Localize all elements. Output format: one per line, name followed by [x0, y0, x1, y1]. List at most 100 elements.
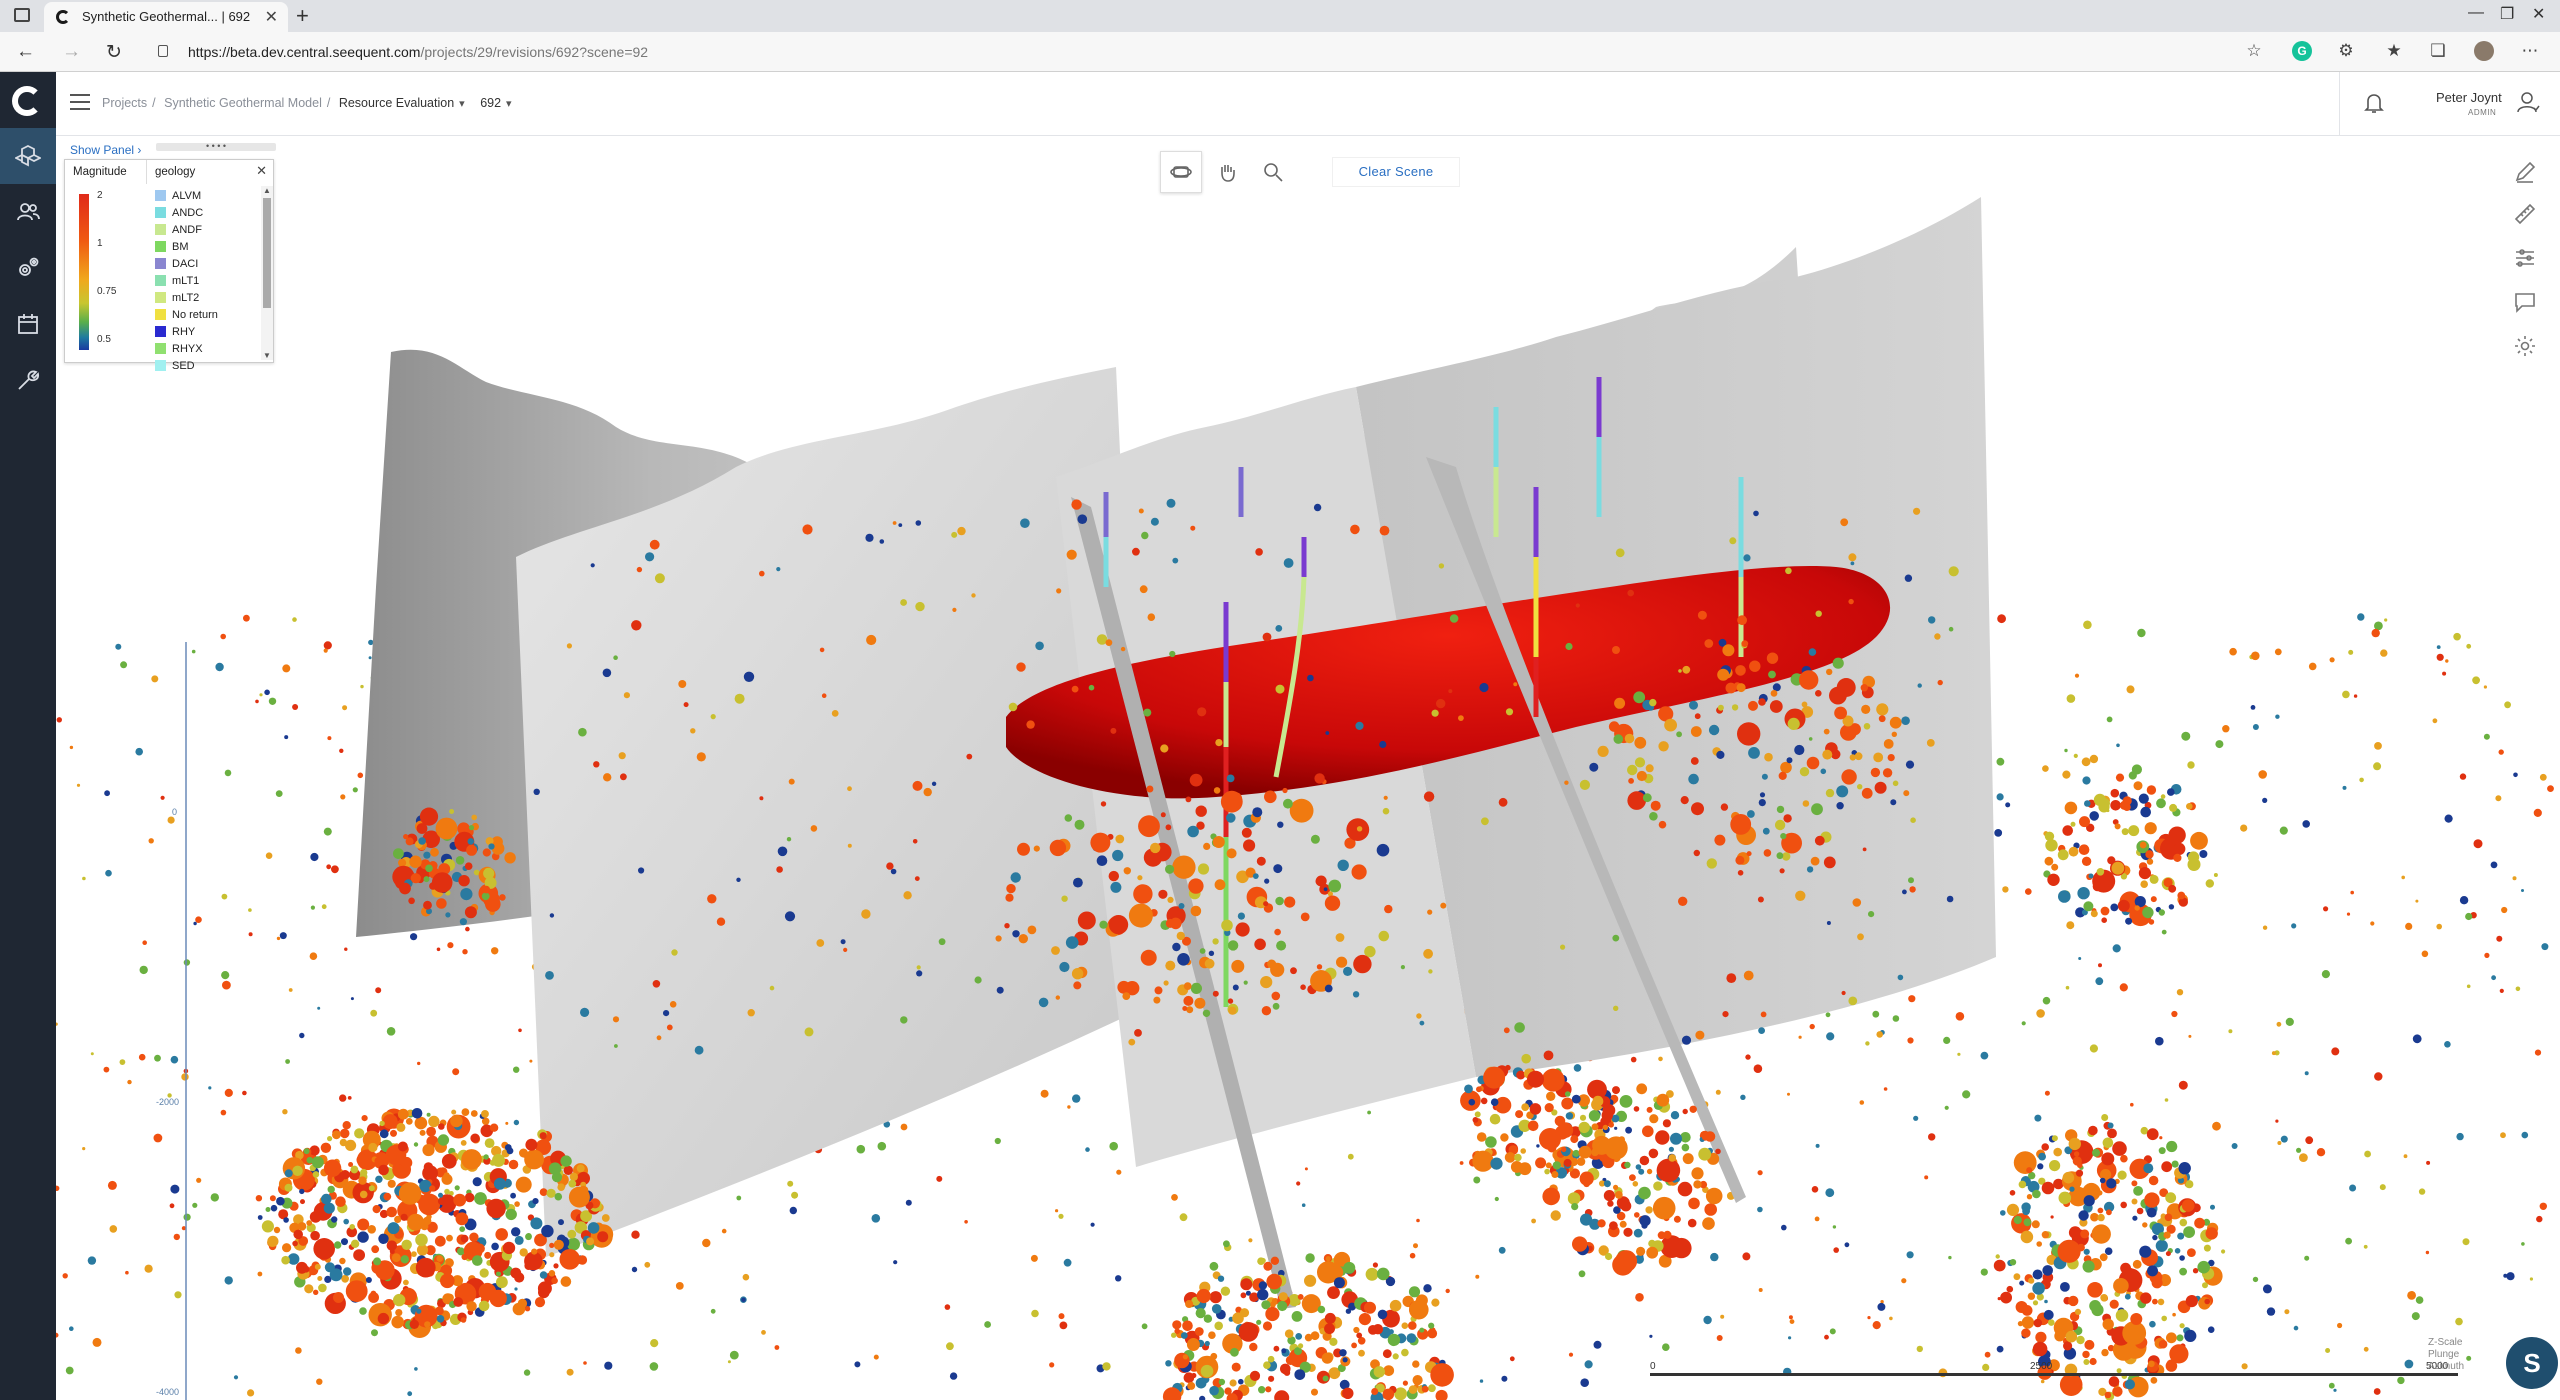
breadcrumb-projects[interactable]: Projects: [102, 96, 147, 110]
tab-actions-icon[interactable]: [14, 8, 30, 22]
seismic-event-marker: [1806, 756, 1820, 770]
orbit-tool-button[interactable]: [1160, 151, 1202, 193]
browser-tab[interactable]: Synthetic Geothermal... | 692 ✕: [44, 2, 288, 32]
breadcrumb-section[interactable]: Resource Evaluation: [339, 96, 454, 110]
seismic-event-marker: [56, 1332, 59, 1338]
view-settings-button[interactable]: [2510, 331, 2540, 361]
seismic-event-marker: [1284, 896, 1296, 908]
seismic-event-marker: [331, 1216, 338, 1223]
axis-tick-label: 0: [172, 807, 178, 817]
browser-menu-icon[interactable]: ⋯: [2520, 41, 2540, 61]
seismic-event-marker: [2291, 923, 2297, 929]
collections-icon[interactable]: ❏: [2428, 41, 2448, 61]
pan-tool-button[interactable]: [1206, 151, 1248, 193]
seismic-event-marker: [2426, 1160, 2431, 1165]
user-account-icon[interactable]: [2516, 90, 2540, 114]
assistant-button[interactable]: S: [2506, 1337, 2558, 1389]
legend-scrollbar[interactable]: ▲ ▼: [261, 186, 273, 360]
close-window-icon[interactable]: ✕: [2532, 4, 2545, 24]
seismic-event-marker: [1745, 1054, 1751, 1060]
seismic-event-marker: [320, 1142, 332, 1153]
legend-tab-geology[interactable]: geology ✕: [147, 160, 275, 184]
legend-tab-magnitude[interactable]: Magnitude: [65, 160, 147, 184]
zoom-tool-button[interactable]: [1252, 151, 1294, 193]
measure-tool-button[interactable]: [2510, 199, 2540, 229]
clear-scene-button[interactable]: Clear Scene: [1332, 157, 1460, 187]
annotate-tool-button[interactable]: [2510, 157, 2540, 187]
comments-button[interactable]: [2510, 287, 2540, 317]
seismic-event-marker: [437, 1197, 446, 1206]
hamburger-menu-icon[interactable]: [70, 94, 90, 110]
reload-icon[interactable]: ↻: [106, 41, 122, 64]
geology-legend-item: ANDC: [155, 207, 203, 224]
seismic-event-marker: [2231, 1143, 2238, 1149]
seismic-event-marker: [115, 643, 122, 650]
seismic-event-marker: [1189, 773, 1203, 787]
seismic-event-marker: [210, 1193, 219, 1202]
show-panel-link[interactable]: Show Panel ›: [70, 143, 141, 157]
seismic-event-marker: [1327, 1286, 1340, 1299]
seismic-event-marker: [1115, 834, 1125, 844]
seismic-event-marker: [529, 1059, 533, 1063]
seismic-event-marker: [1165, 1360, 1172, 1367]
sidebar-item-tools[interactable]: [0, 352, 56, 408]
seismic-event-marker: [422, 1143, 435, 1157]
panel-drag-handle[interactable]: • • • •: [156, 142, 276, 151]
new-tab-icon[interactable]: +: [296, 3, 309, 29]
scroll-down-icon[interactable]: ▼: [263, 351, 271, 360]
seismic-event-marker: [2168, 904, 2175, 910]
scrollbar-thumb[interactable]: [263, 198, 271, 308]
seismic-event-marker: [348, 1162, 354, 1167]
restore-window-icon[interactable]: ❐: [2500, 4, 2514, 24]
user-name[interactable]: Peter Joynt: [2436, 90, 2502, 105]
breadcrumb-project[interactable]: Synthetic Geothermal Model: [164, 96, 322, 110]
profile-avatar-icon[interactable]: [2474, 41, 2494, 61]
seismic-event-marker: [2106, 1178, 2117, 1189]
seismic-event-marker: [819, 647, 825, 653]
sidebar-item-projects[interactable]: [0, 128, 56, 184]
back-icon[interactable]: ←: [16, 41, 35, 63]
seismic-event-marker: [2074, 1308, 2082, 1315]
extensions-puzzle-icon[interactable]: ⚙: [2336, 41, 2356, 61]
seismic-event-marker: [1572, 1149, 1580, 1157]
3d-scene[interactable]: [56, 137, 2560, 1400]
breadcrumb-revision[interactable]: 692: [480, 96, 501, 110]
seismic-event-marker: [353, 1249, 365, 1261]
grammarly-extension-icon[interactable]: G: [2292, 41, 2312, 61]
seismic-event-marker: [1166, 498, 1176, 508]
seismic-event-marker: [840, 939, 846, 945]
seismic-event-marker: [2186, 803, 2193, 810]
seismic-event-marker: [282, 1109, 288, 1115]
forward-icon[interactable]: →: [62, 41, 81, 63]
url-field[interactable]: https://beta.dev.central.seequent.com/pr…: [150, 37, 2250, 67]
seismic-event-marker: [560, 1155, 572, 1167]
favorite-star-icon[interactable]: ☆: [2244, 41, 2264, 61]
scroll-up-icon[interactable]: ▲: [263, 186, 271, 195]
close-icon[interactable]: ✕: [256, 163, 267, 179]
scene-settings-button[interactable]: [2510, 243, 2540, 273]
seismic-event-marker: [359, 1307, 367, 1315]
favorites-icon[interactable]: ★: [2384, 41, 2404, 61]
seismic-event-marker: [2035, 1331, 2047, 1343]
seismic-event-marker: [1632, 1181, 1639, 1187]
notification-bell-icon[interactable]: [2364, 92, 2384, 114]
seismic-event-marker: [1479, 1379, 1484, 1383]
seequent-logo[interactable]: [12, 86, 42, 116]
seismic-event-marker: [1763, 849, 1772, 857]
chevron-down-icon[interactable]: ▾: [506, 98, 512, 110]
sidebar-item-users[interactable]: [0, 184, 56, 240]
lock-icon[interactable]: [158, 45, 168, 57]
seismic-event-marker: [1055, 995, 1060, 1000]
sidebar-item-settings[interactable]: [0, 240, 56, 296]
seismic-event-marker: [2277, 1141, 2282, 1145]
seismic-event-marker: [1263, 1361, 1271, 1369]
sidebar-item-calendar[interactable]: [0, 296, 56, 352]
close-tab-icon[interactable]: ✕: [265, 7, 278, 27]
chevron-down-icon[interactable]: ▾: [459, 98, 465, 110]
seismic-event-marker: [1485, 1136, 1497, 1148]
minimize-window-icon[interactable]: —: [2468, 4, 2484, 22]
seismic-event-marker: [1905, 760, 1915, 769]
scene-viewport[interactable]: 0 -2000 -4000 Show Panel › • • • • Magni…: [56, 137, 2560, 1400]
seismic-event-marker: [1109, 1141, 1118, 1151]
seismic-event-marker: [1473, 1176, 1481, 1184]
